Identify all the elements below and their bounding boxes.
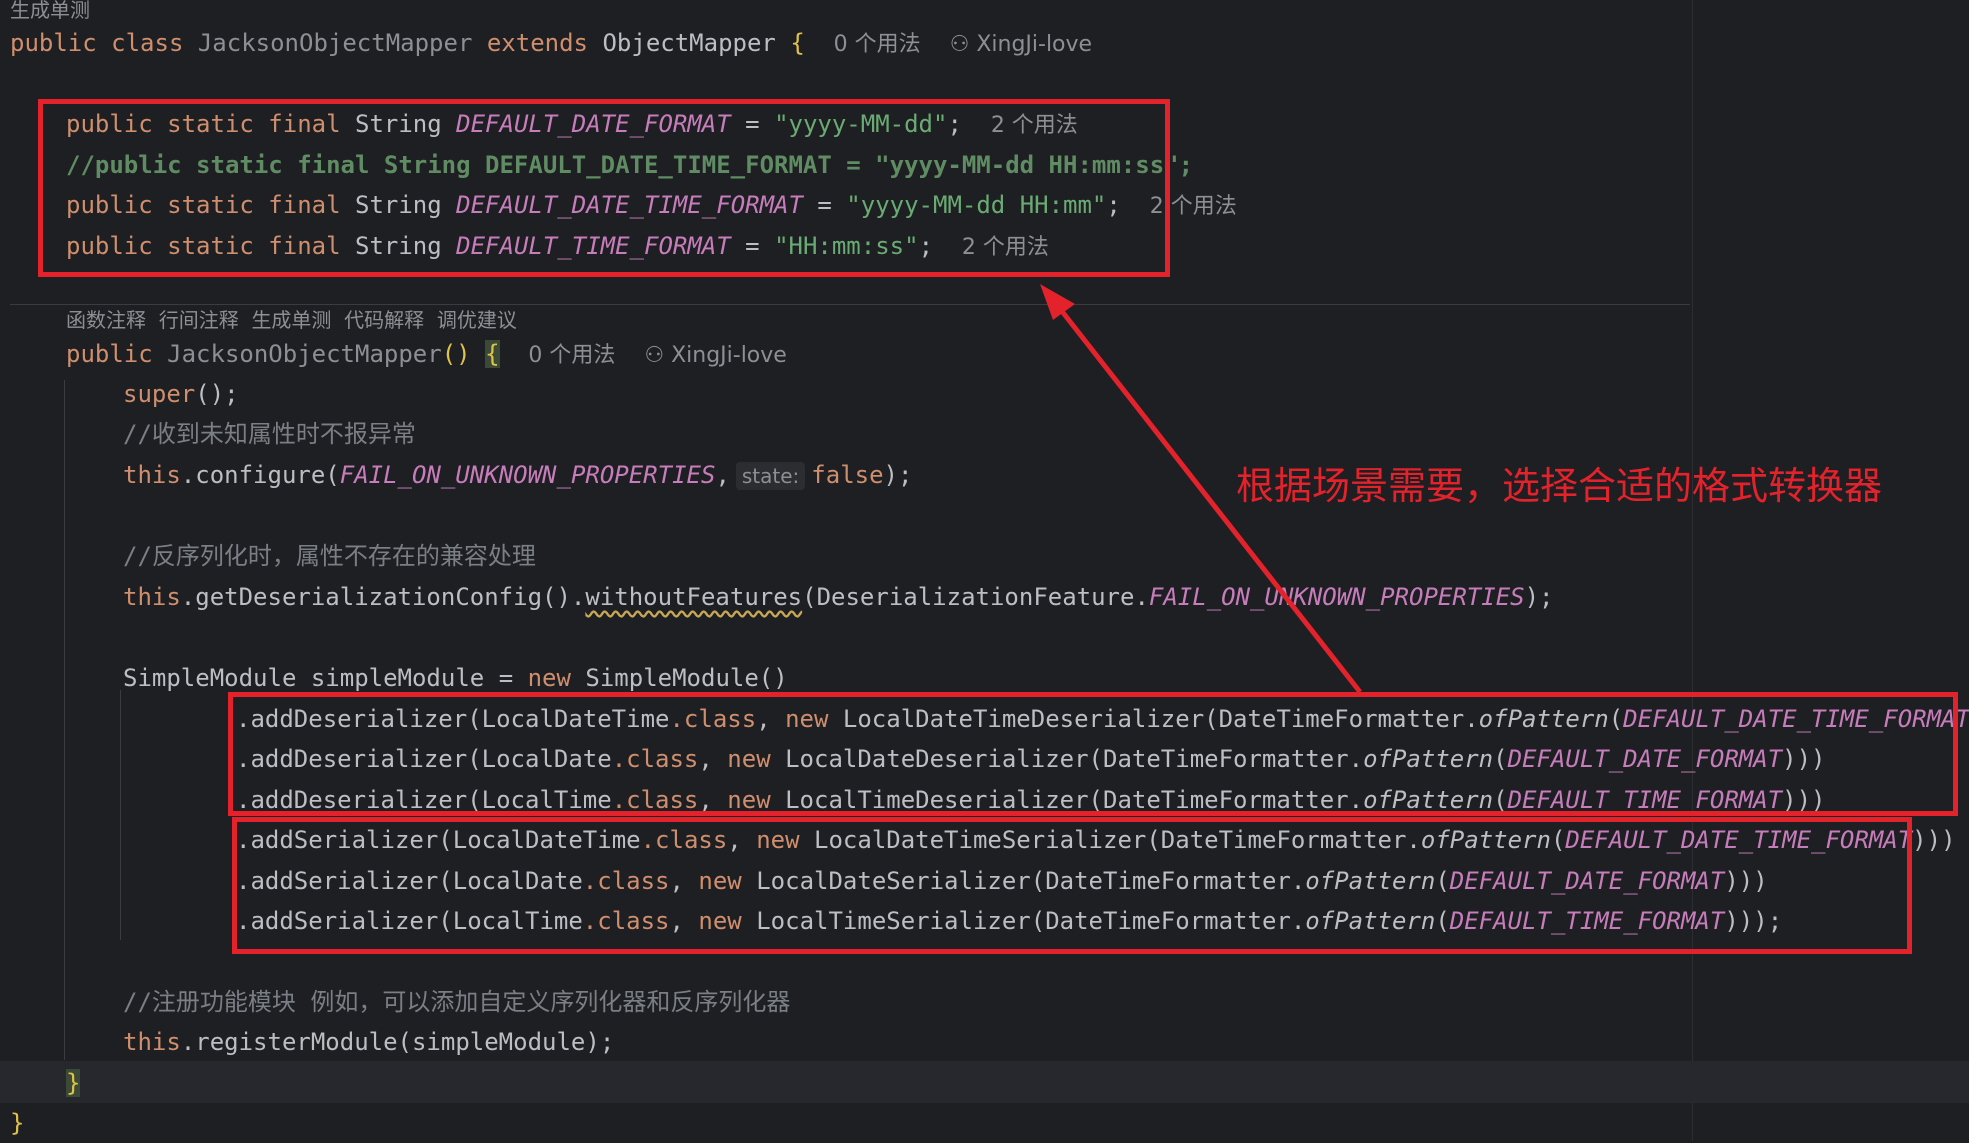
- arrowhead-icon: [1040, 284, 1075, 320]
- annotation-note: 根据场景需要，选择合适的格式转换器: [1236, 464, 1883, 508]
- annotation-arrow: [1040, 284, 1362, 694]
